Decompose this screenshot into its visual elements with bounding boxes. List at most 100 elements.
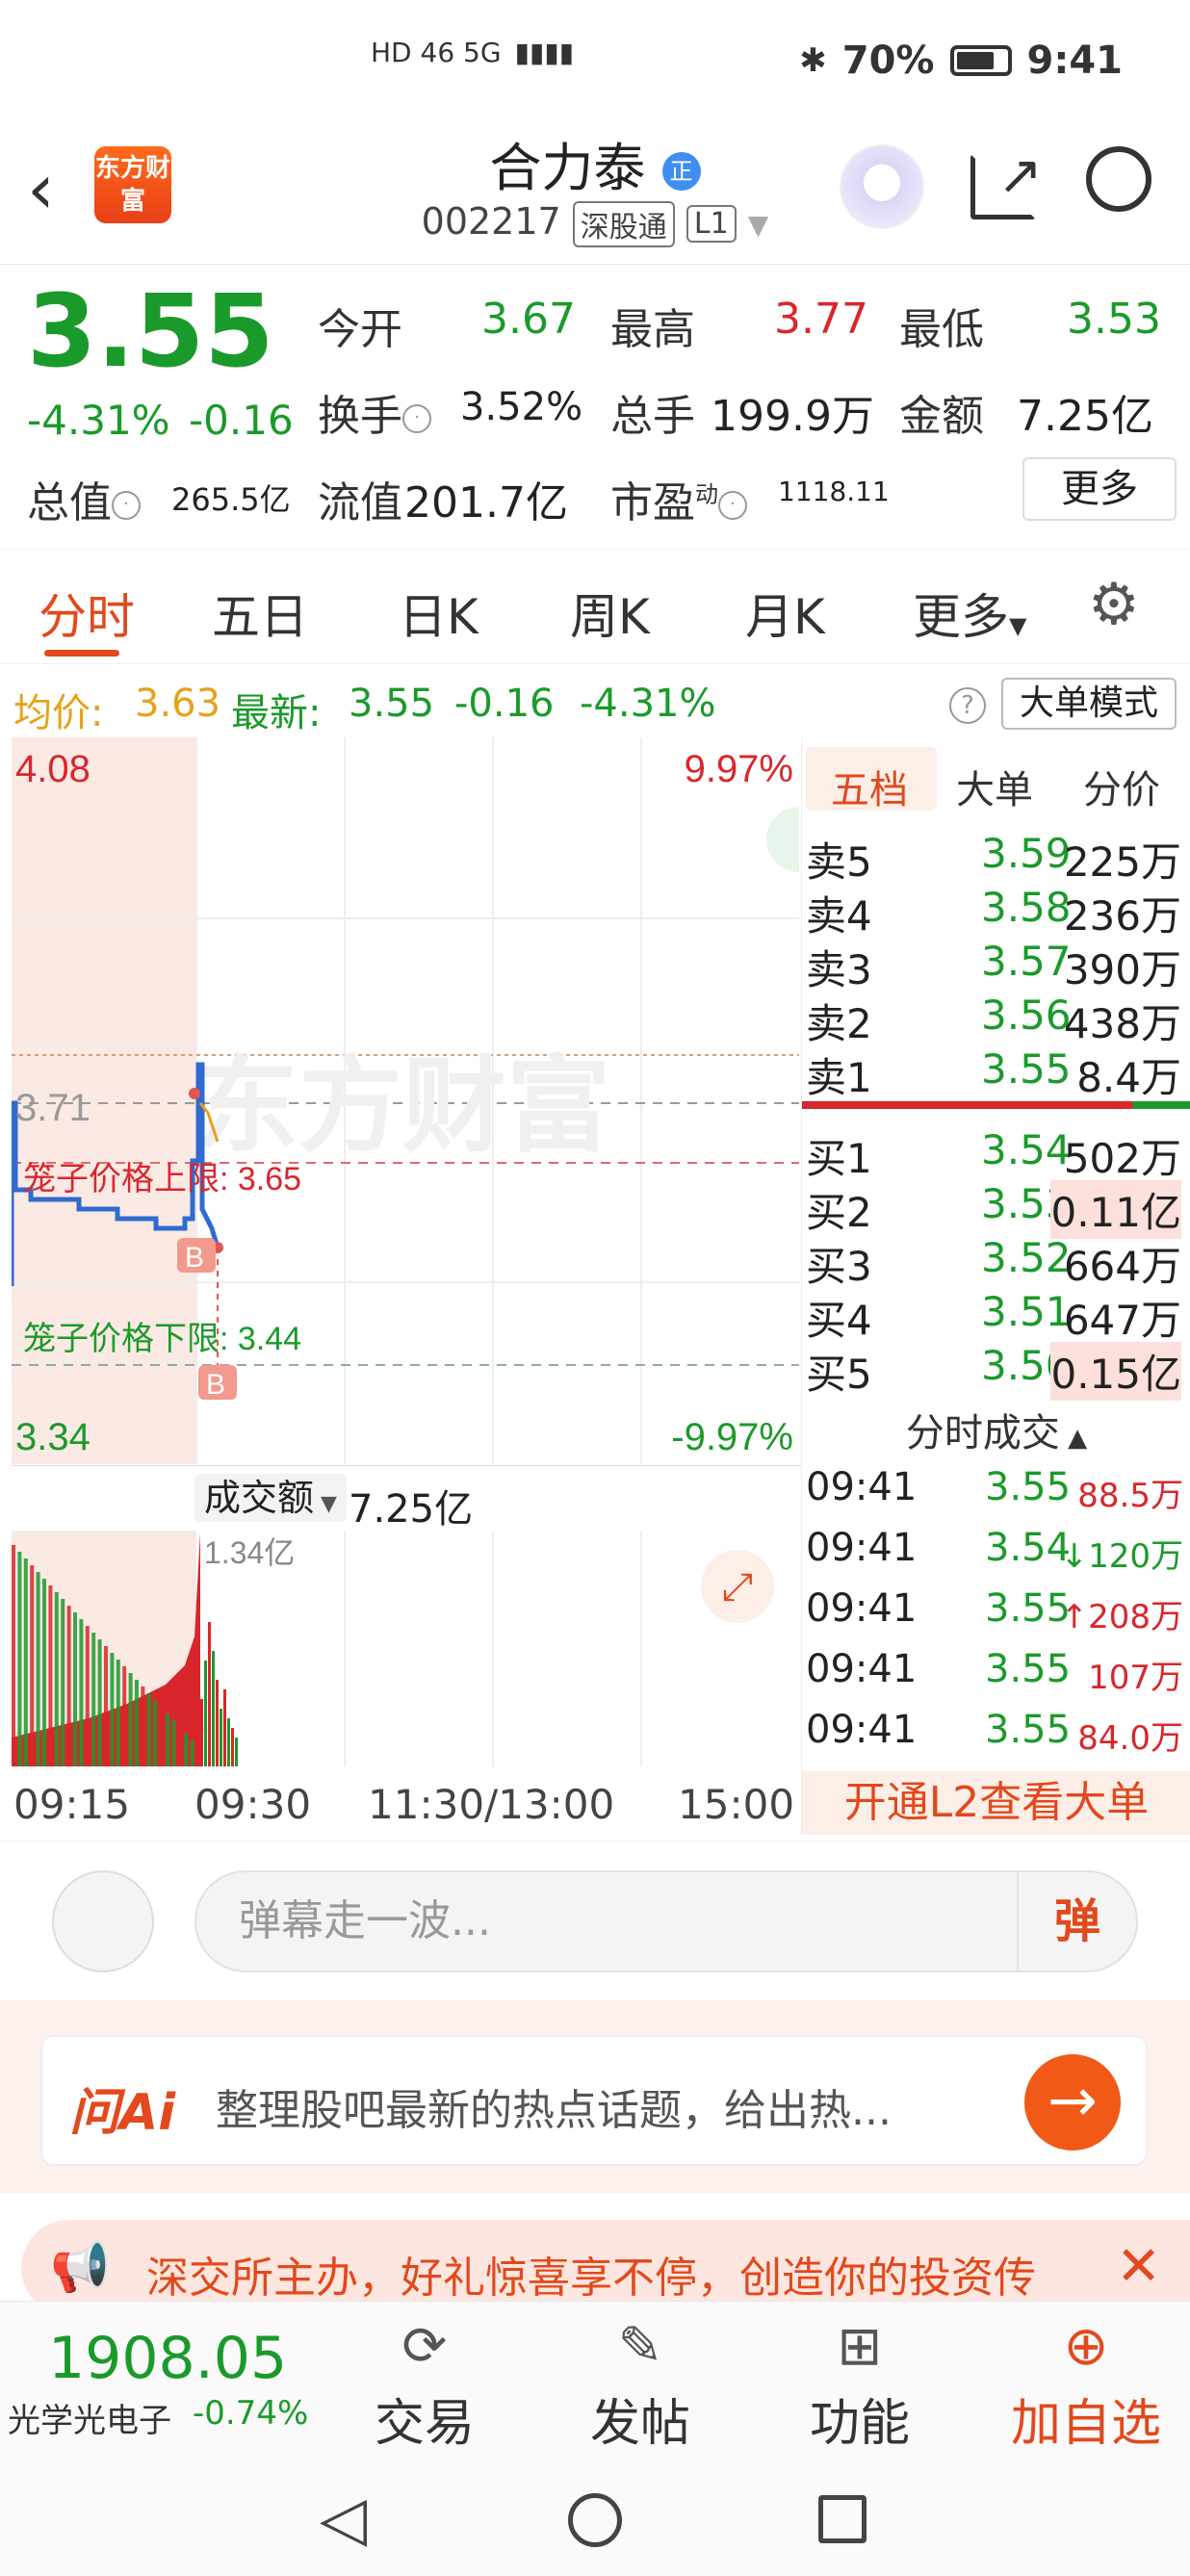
home-circle-icon[interactable] xyxy=(568,2493,622,2547)
index-ticker[interactable]: 1908.05 光学光电子 -0.74% xyxy=(0,2302,314,2456)
level-volume: 390万 xyxy=(1063,946,1181,993)
clock: 9:41 xyxy=(1026,39,1124,83)
index-change: -0.74% xyxy=(193,2394,309,2433)
help-icon[interactable]: ? xyxy=(949,687,986,724)
danmaku-input[interactable]: 弹幕走一波... 弹 xyxy=(194,1870,1138,1972)
tab-big-orders[interactable]: 大单 xyxy=(956,759,1033,814)
trade-volume: ↓120万 xyxy=(1061,1530,1183,1577)
turnover-value: 3.52% xyxy=(460,385,583,429)
volume-bar xyxy=(216,1680,219,1766)
tab-price-dist[interactable]: 分价 xyxy=(1083,759,1160,814)
level-price: 3.51 xyxy=(981,1288,1072,1335)
level-name: 买3 xyxy=(806,1243,872,1290)
danmaku-send-button[interactable]: 弹 xyxy=(1017,1872,1136,1971)
tab-daily-k[interactable]: 日K xyxy=(399,579,479,648)
ai-prompt-text: 整理股吧最新的热点话题，给出热... xyxy=(216,2086,892,2135)
bid-row[interactable]: 买3 3.52 664万 xyxy=(802,1234,1190,1290)
ask-row[interactable]: 卖5 3.59 225万 xyxy=(802,830,1190,886)
trade-time: 09:41 xyxy=(806,1586,918,1631)
battery-icon xyxy=(949,45,1012,76)
trade-price: 3.55 xyxy=(985,1465,1072,1509)
turnover-label[interactable]: 换手 · xyxy=(318,381,431,443)
tab-weekly-k[interactable]: 周K xyxy=(570,579,650,648)
recents-square-icon[interactable] xyxy=(818,2495,867,2543)
bid-row[interactable]: 买1 3.54 502万 xyxy=(802,1126,1190,1182)
tab-indicator xyxy=(44,650,119,657)
bid-row[interactable]: 买2 3.53 0.11亿 xyxy=(802,1180,1190,1239)
auction-volume-bar xyxy=(79,1619,84,1766)
l2-banner[interactable]: 开通L2查看大单 xyxy=(802,1771,1190,1835)
bottom-nav: 1908.05 光学光电子 -0.74% ⟳ 交易 ✎ 发帖 ⊞ 功能 ⊕ 加自选 xyxy=(0,2301,1190,2455)
ai-section: 问Ai 整理股吧最新的热点话题，给出热... → xyxy=(0,2000,1190,2193)
volume-chart[interactable]: 1.34亿 ⤢ xyxy=(12,1531,799,1766)
volume-bar xyxy=(227,1718,230,1766)
nav-post[interactable]: ✎ 发帖 xyxy=(558,2311,722,2455)
ai-prompt-box[interactable]: 问Ai 整理股吧最新的热点话题，给出热... → xyxy=(40,2035,1148,2166)
bid-row[interactable]: 买5 3.50 0.15亿 xyxy=(802,1342,1190,1401)
open-value: 3.67 xyxy=(481,295,576,344)
nav-post-label: 发帖 xyxy=(589,2395,690,2453)
tab-monthly-k[interactable]: 月K xyxy=(745,579,825,648)
volume-bar xyxy=(235,1738,238,1766)
auction-volume-bar xyxy=(36,1572,40,1766)
volume-bar xyxy=(220,1709,222,1766)
big-order-mode-button[interactable]: 大单模式 xyxy=(1001,678,1177,730)
nav-functions[interactable]: ⊞ 功能 xyxy=(778,2311,942,2455)
auction-volume-bar xyxy=(159,1707,164,1766)
trade-time: 09:41 xyxy=(806,1465,918,1509)
volume-header: 成交额 ▼ 7.25亿 xyxy=(12,1465,801,1532)
expand-icon: ⤢ xyxy=(722,1565,753,1610)
ask-row[interactable]: 卖4 3.58 236万 xyxy=(802,884,1190,940)
ask-row[interactable]: 卖3 3.57 390万 xyxy=(802,938,1190,993)
auction-volume-bar xyxy=(85,1626,90,1766)
latest-change: -0.16 xyxy=(454,682,555,726)
trade-volume-value: 120万 xyxy=(1088,1537,1183,1576)
level-name: 卖4 xyxy=(806,892,872,940)
level-name: 卖1 xyxy=(806,1054,872,1101)
nav-trade[interactable]: ⟳ 交易 xyxy=(343,2311,506,2455)
back-triangle-icon[interactable]: ◁ xyxy=(320,2484,367,2555)
search-icon[interactable] xyxy=(1086,146,1151,212)
close-icon[interactable]: ✕ xyxy=(1116,2235,1161,2298)
more-button[interactable]: 更多 xyxy=(1022,457,1177,521)
tab-five-levels[interactable]: 五档 xyxy=(831,759,908,814)
trade-volume: ↑208万 xyxy=(1061,1590,1183,1637)
danmaku-settings-icon[interactable] xyxy=(52,1870,154,1972)
tab-intraday[interactable]: 分时 xyxy=(39,579,135,648)
volume-bar xyxy=(223,1689,226,1766)
status-bar: HD 46 5G ▮▮▮▮ ✱ 70% 9:41 xyxy=(0,0,1190,130)
gear-icon[interactable]: ⚙ xyxy=(1088,571,1140,638)
robot-avatar-icon[interactable] xyxy=(840,144,924,229)
auction-volume-bar xyxy=(177,1727,182,1766)
trade-price: 3.55 xyxy=(985,1708,1072,1752)
tab-more[interactable]: 更多▼ xyxy=(913,579,1026,648)
tab-five-day[interactable]: 五日 xyxy=(212,579,308,648)
level-name: 卖2 xyxy=(806,1000,872,1047)
intraday-chart[interactable]: 东方财富 B B 4.08 9.97% 3.71 笼子价格上限: 3.65 笼子… xyxy=(12,737,799,1464)
y-top-label: 4.08 xyxy=(15,748,91,790)
auction-volume-bar xyxy=(184,1734,189,1766)
chevron-down-icon: ▼ xyxy=(747,209,769,241)
upper-cage-label: 笼子价格上限: 3.65 xyxy=(23,1161,301,1198)
trade-row: 09:41 3.55 84.0万 xyxy=(802,1708,1190,1765)
mktcap-label[interactable]: 总值 · xyxy=(27,468,141,529)
volume-bar xyxy=(208,1622,211,1766)
price-dot xyxy=(189,1088,200,1099)
trades-title[interactable]: 分时成交 ▲ xyxy=(802,1402,1190,1457)
auction-volume-bar xyxy=(110,1653,115,1766)
volume-selector[interactable]: 成交额 ▼ xyxy=(194,1474,347,1522)
level-volume: 0.11亿 xyxy=(1050,1180,1181,1239)
nav-add-watchlist[interactable]: ⊕ 加自选 xyxy=(997,2311,1175,2455)
share-arrow-icon: ↗ xyxy=(997,144,1043,207)
trades-title-text: 分时成交 xyxy=(905,1411,1060,1455)
trade-time: 09:41 xyxy=(806,1647,918,1691)
pe-label[interactable]: 市盈动 · xyxy=(610,468,747,529)
level-name: 买5 xyxy=(806,1351,872,1398)
arrow-right-icon[interactable]: → xyxy=(1024,2054,1121,2151)
auction-volume-bar xyxy=(135,1680,139,1766)
bid-row[interactable]: 买4 3.51 647万 xyxy=(802,1288,1190,1344)
ask-row[interactable]: 卖2 3.56 438万 xyxy=(802,992,1190,1047)
ask-row[interactable]: 卖1 3.55 8.4万 xyxy=(802,1045,1190,1101)
caret-up-icon: ▲ xyxy=(1059,1424,1088,1453)
auction-volume-bar xyxy=(54,1592,59,1766)
